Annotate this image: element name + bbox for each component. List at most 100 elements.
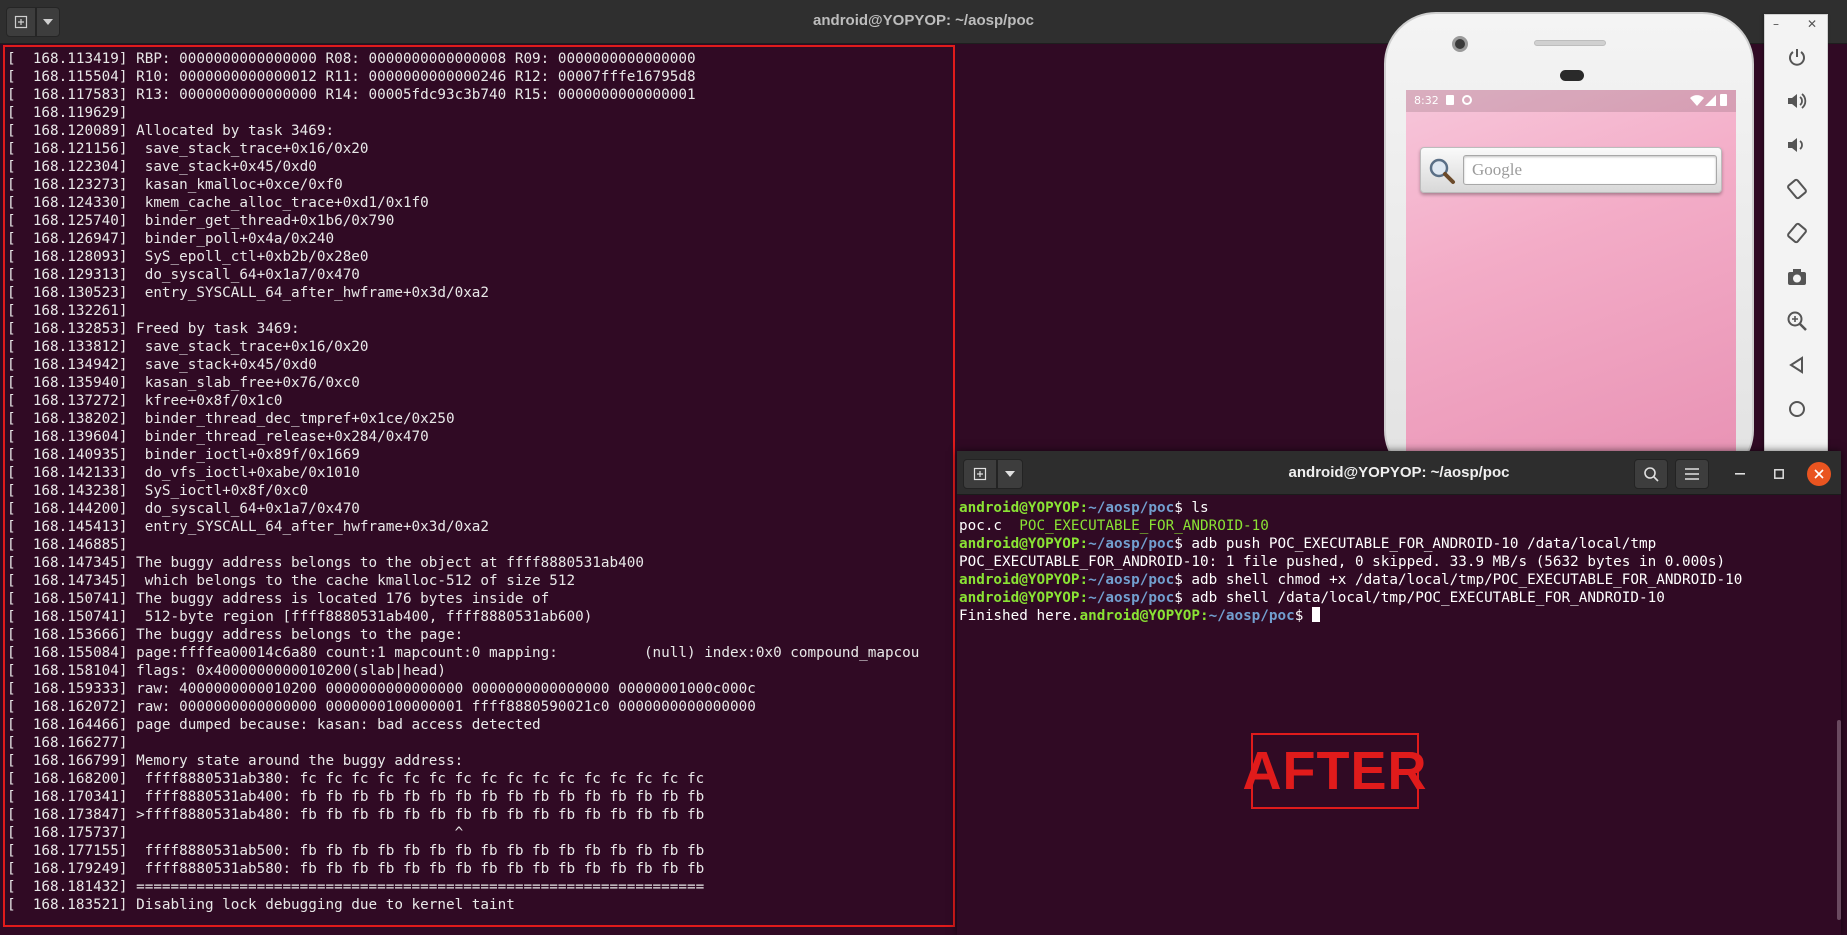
text-cursor [1311,607,1320,622]
executable-file-name: POC_EXECUTABLE_FOR_ANDROID-10 [1019,518,1269,534]
log-line: [ 168.133812] save_stack_trace+0x16/0x20 [7,339,369,355]
power-icon [1789,49,1805,66]
log-line: [ 168.138202] binder_thread_dec_tmpref+0… [7,411,455,427]
prompt-user: android@YOPYOP [959,590,1080,606]
home-button[interactable] [1777,391,1817,427]
menu-button[interactable] [1675,459,1709,489]
command-text [1303,608,1312,624]
battery-icon [1720,94,1727,106]
sdcard-icon [1446,95,1454,105]
signal-icon [1705,95,1716,106]
android-emulator: 8:32 Google [1384,12,1754,482]
prompt-path: ~/aosp/poc [1088,590,1175,606]
log-line: [ 168.119629] [7,105,128,121]
prompt-symbol: $ [1174,536,1183,552]
log-line: [ 168.150741] The buggy address is locat… [7,591,550,607]
search-icon [1429,158,1455,184]
close-button[interactable] [1807,462,1831,486]
rotate-left-icon [1787,178,1807,200]
log-line: [ 168.128093] SyS_epoll_ctl+0xb2b/0x28e0 [7,249,369,265]
back-button[interactable] [1777,347,1817,383]
zoom-icon [1787,311,1807,331]
log-line: [ 168.170341] ffff8880531ab400: fb fb fb… [7,789,705,805]
prompt-user: android@YOPYOP [959,572,1080,588]
rotate-left-button[interactable] [1777,171,1817,207]
log-line: [ 168.139604] binder_thread_release+0x28… [7,429,429,445]
terminal-line: android@YOPYOP:~/aosp/poc$ adb shell chm… [959,571,1839,589]
log-line: [ 168.135940] kasan_slab_free+0x76/0xc0 [7,375,360,391]
log-line: [ 168.147345] The buggy address belongs … [7,555,644,571]
output-text: POC_EXECUTABLE_FOR_ANDROID-10: 1 file pu… [959,554,1726,570]
prompt-separator: : [1079,590,1089,606]
phone-camera [1452,36,1468,52]
close-icon [1814,469,1824,479]
terminal-line: android@YOPYOP:~/aosp/poc$ ls [959,499,1839,517]
log-line: [ 168.159333] raw: 4000000000010200 0000… [7,681,756,697]
log-line: [ 168.175737] ^ [7,825,464,841]
screenshot-button[interactable] [1777,259,1817,295]
command-text: ls [1182,500,1209,516]
rotate-right-icon [1787,222,1807,244]
phone-screen[interactable]: 8:32 Google [1406,90,1736,470]
log-line: [ 168.142133] do_vfs_ioctl+0xabe/0x1010 [7,465,360,481]
log-line: [ 168.140935] binder_ioctl+0x89f/0x1669 [7,447,360,463]
prompt-separator: : [1079,536,1089,552]
terminal-scrollbar[interactable] [1837,720,1841,920]
log-line: [ 168.120089] Allocated by task 3469: [7,123,335,139]
zoom-button[interactable] [1777,303,1817,339]
minimize-emulator-button[interactable]: – [1773,17,1779,31]
maximize-button[interactable] [1767,462,1791,486]
status-time: 8:32 [1414,94,1439,107]
command-text: adb shell /data/local/tmp/POC_EXECUTABLE… [1182,590,1665,606]
log-line: [ 168.129313] do_syscall_64+0x1a7/0x470 [7,267,360,283]
command-text: adb push POC_EXECUTABLE_FOR_ANDROID-10 /… [1182,536,1657,552]
log-line: [ 168.145413] entry_SYSCALL_64_after_hwf… [7,519,490,535]
log-line: [ 168.113419] RBP: 0000000000000000 R08:… [7,51,696,67]
kernel-log-output: [ 168.113419] RBP: 0000000000000000 R08:… [3,45,955,927]
output-text: Finished here. [959,608,1080,624]
prompt-separator: : [1079,572,1089,588]
prompt-separator: : [1200,608,1209,624]
minimize-button[interactable] [1728,462,1752,486]
log-line: [ 168.181432] ==========================… [7,879,705,895]
log-line: [ 168.150741] 512-byte region [ffff88805… [7,609,593,625]
volume-up-button[interactable] [1777,83,1817,119]
log-line: [ 168.155084] page:ffffea00014c6a80 coun… [7,645,920,661]
volume-down-icon [1788,138,1803,152]
terminal-output[interactable]: android@YOPYOP:~/aosp/poc$ ls poc.c POC_E… [959,499,1839,929]
search-input[interactable]: Google [1463,155,1717,185]
search-button[interactable] [1634,459,1668,489]
close-emulator-button[interactable]: ✕ [1807,17,1817,31]
search-icon [1644,467,1659,482]
command-text: adb shell chmod +x /data/local/tmp/POC_E… [1182,572,1743,588]
log-line: [ 168.147345] which belongs to the cache… [7,573,576,589]
log-line: [ 168.125740] binder_get_thread+0x1b6/0x… [7,213,395,229]
volume-down-button[interactable] [1777,127,1817,163]
log-line: [ 168.121156] save_stack_trace+0x16/0x20 [7,141,369,157]
android-status-bar: 8:32 [1406,90,1736,112]
log-line: [ 168.173847] >ffff8880531ab480: fb fb f… [7,807,705,823]
log-line: [ 168.153666] The buggy address belongs … [7,627,464,643]
log-line: [ 168.126947] binder_poll+0x4a/0x240 [7,231,335,247]
log-line: [ 168.124330] kmem_cache_alloc_trace+0xd… [7,195,429,211]
log-line: [ 168.122304] save_stack+0x45/0xd0 [7,159,317,175]
terminal-line: POC_EXECUTABLE_FOR_ANDROID-10: 1 file pu… [959,553,1839,571]
prompt-user: android@YOPYOP [959,500,1080,516]
file-name: poc.c [959,518,1003,534]
google-search-widget[interactable]: Google [1420,147,1722,193]
secondary-titlebar: android@YOPYOP: ~/aosp/poc [957,451,1841,495]
power-button[interactable] [1777,39,1817,75]
prompt-symbol: $ [1174,572,1183,588]
log-line: [ 168.144200] do_syscall_64+0x1a7/0x470 [7,501,360,517]
prompt-path: ~/aosp/poc [1088,500,1175,516]
log-line: [ 168.177155] ffff8880531ab500: fb fb fb… [7,843,705,859]
hamburger-icon [1685,468,1699,480]
phone-speaker [1534,40,1606,46]
prompt-path: ~/aosp/poc [1088,572,1175,588]
rotate-right-button[interactable] [1777,215,1817,251]
terminal-line: Finished here.android@YOPYOP:~/aosp/poc$ [959,607,1839,625]
prompt-user: android@YOPYOP [1079,608,1201,624]
log-line: [ 168.123273] kasan_kmalloc+0xce/0xf0 [7,177,343,193]
prompt-user: android@YOPYOP [959,536,1080,552]
